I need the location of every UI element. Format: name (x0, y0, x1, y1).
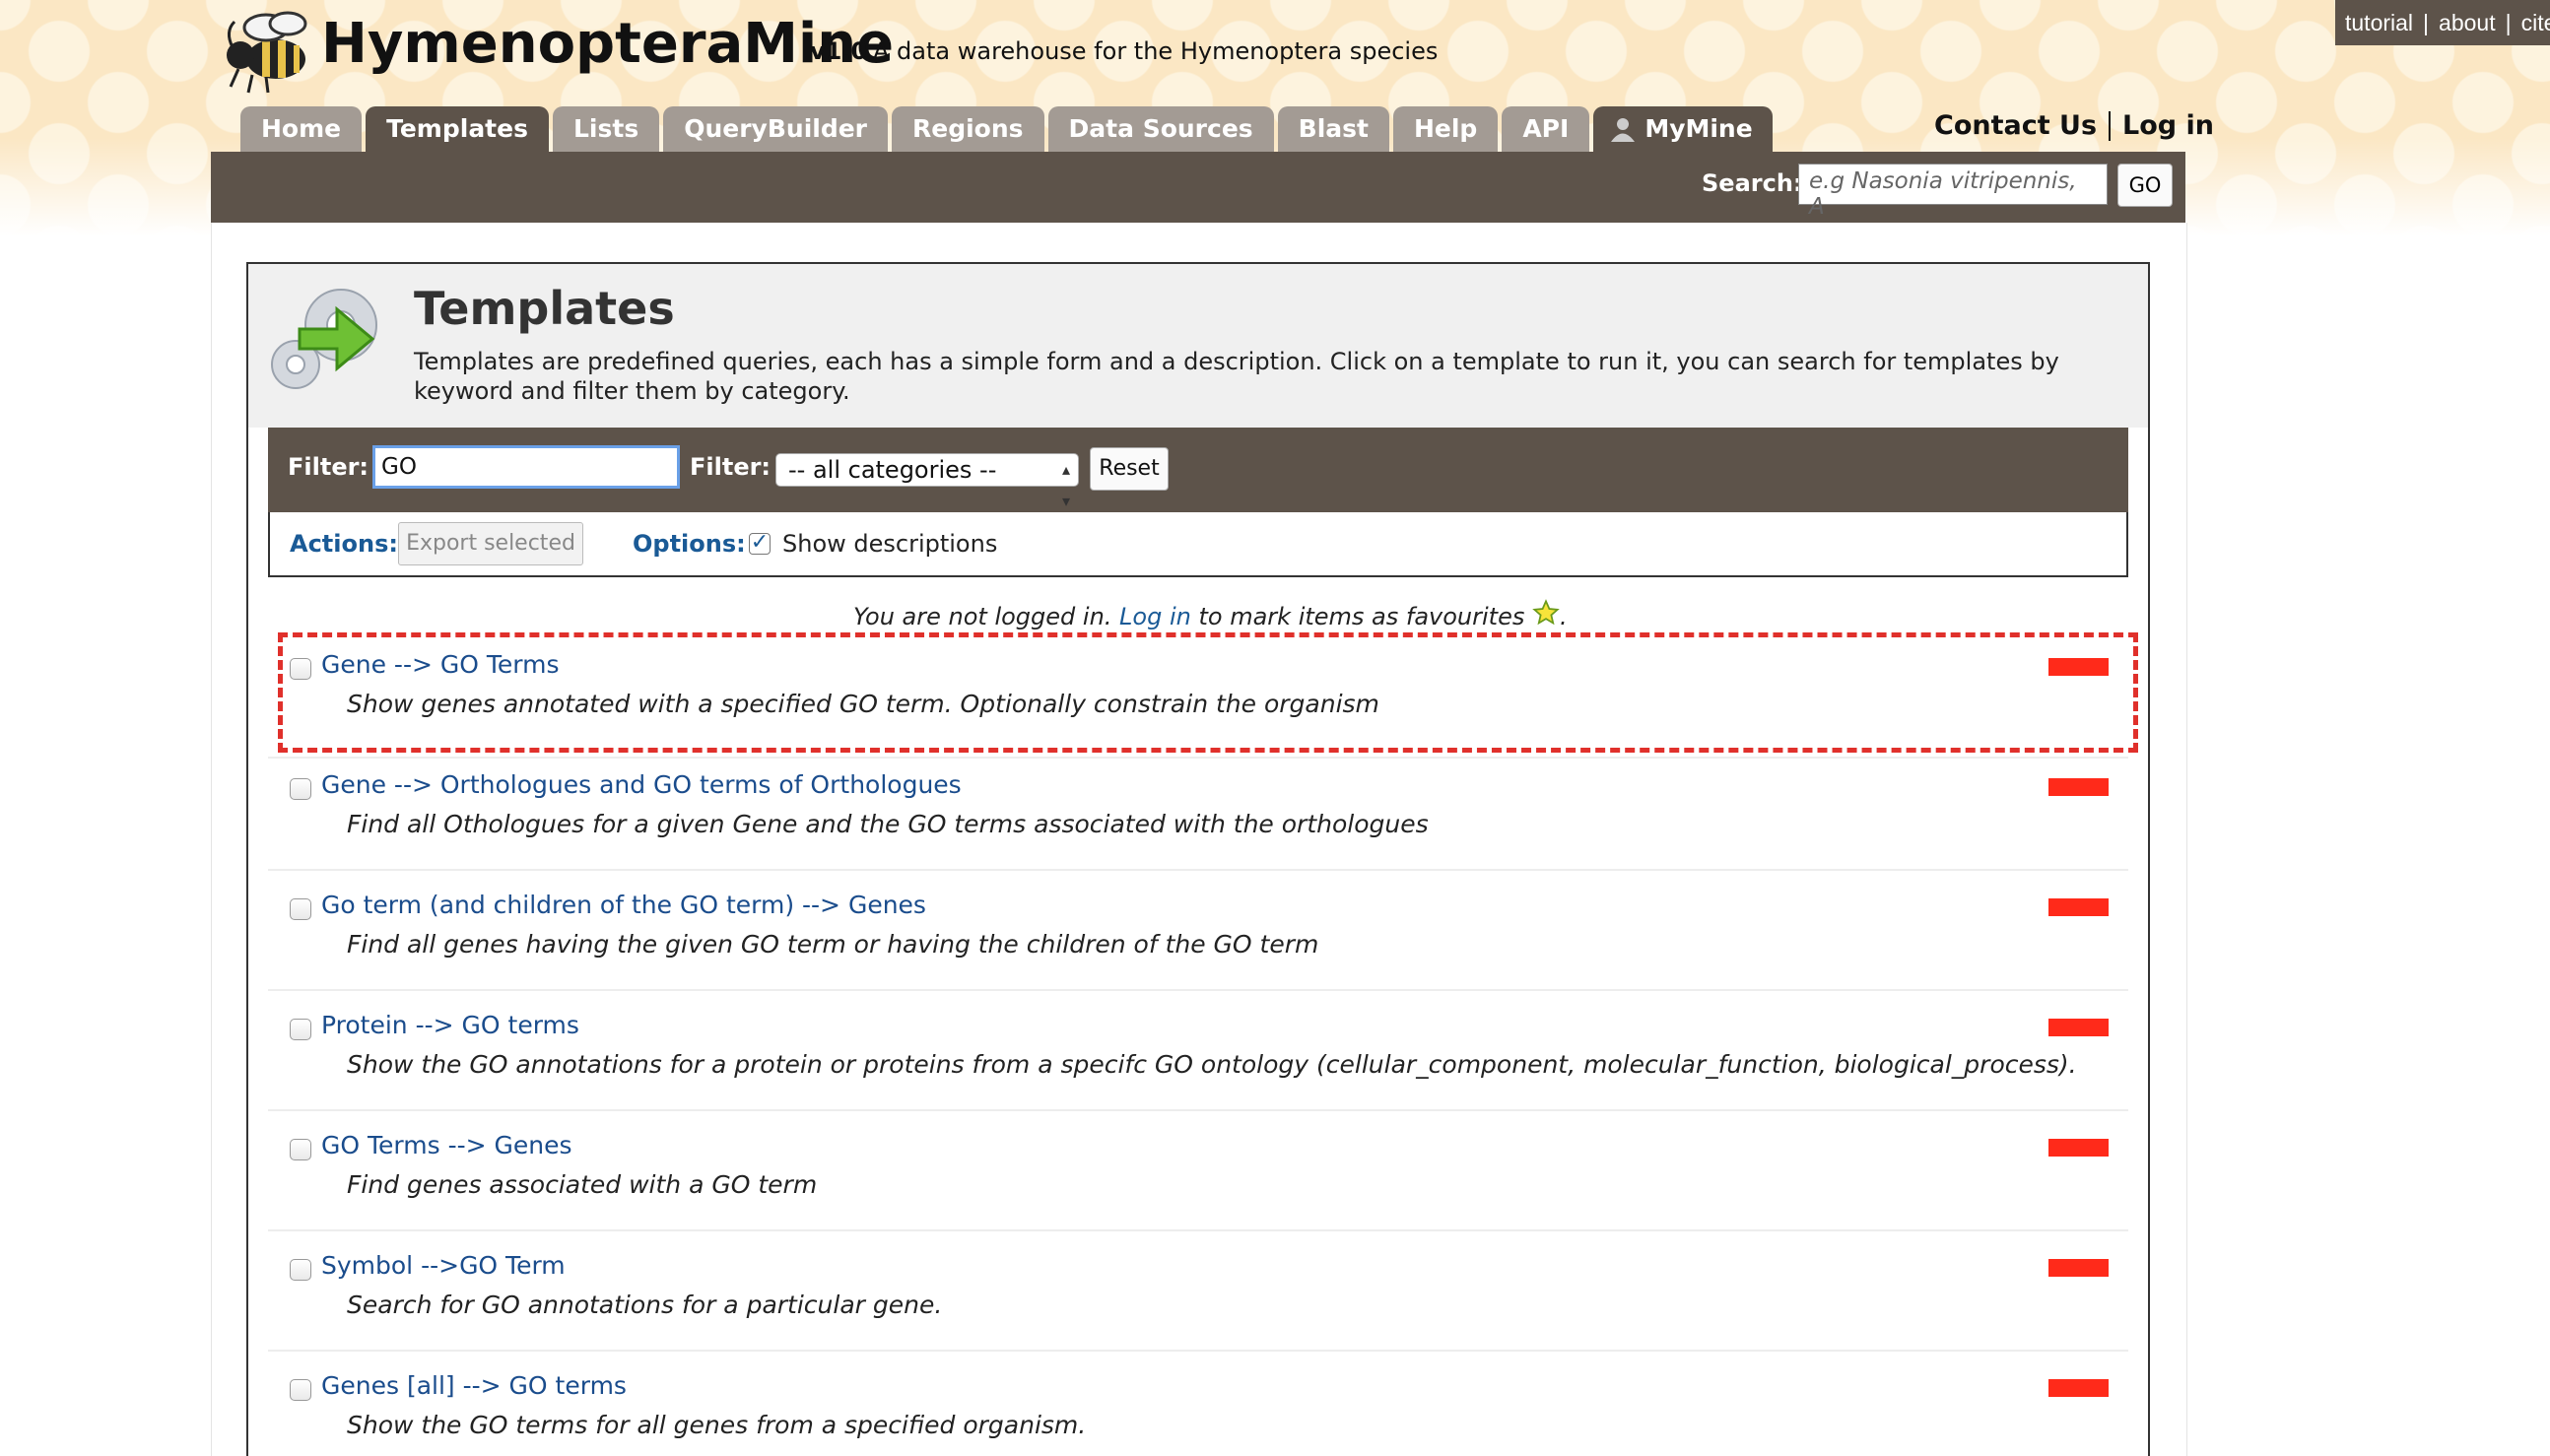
template-checkbox[interactable] (290, 1379, 311, 1401)
template-description: Show the GO annotations for a protein or… (347, 1050, 2077, 1079)
page-description: Templates are predefined queries, each h… (414, 348, 2059, 405)
template-title-link[interactable]: Protein --> GO terms (321, 1011, 579, 1039)
search-input[interactable]: e.g Nasonia vitripennis, A (1798, 164, 2108, 220)
notice-login-link[interactable]: Log in (1119, 603, 1191, 630)
search-label: Search: (1702, 169, 1803, 197)
templates-gear-icon (271, 289, 377, 389)
template-tag-marker (2048, 1259, 2109, 1277)
row-divider (268, 1350, 2128, 1352)
template-description: Find all Othologues for a given Gene and… (347, 810, 1429, 838)
about-link[interactable]: about (2439, 10, 2496, 36)
template-checkbox[interactable] (290, 1259, 311, 1281)
template-title-link[interactable]: Gene --> Orthologues and GO terms of Ort… (321, 770, 962, 799)
template-tag-marker (2048, 1019, 2109, 1036)
tab-api[interactable]: API (1502, 106, 1590, 152)
reset-button[interactable]: Reset (1090, 447, 1169, 491)
template-tag-marker (2048, 778, 2109, 796)
template-description: Find all genes having the given GO term … (347, 930, 1319, 959)
tab-help[interactable]: Help (1392, 106, 1499, 152)
site-title[interactable]: HymenopteraMine (321, 12, 894, 76)
tab-blast[interactable]: Blast (1277, 106, 1389, 152)
template-checkbox[interactable] (290, 1139, 311, 1160)
notice-text: You are not logged in. (853, 603, 1112, 630)
category-select[interactable]: -- all categories -- ▴ ▾ (775, 453, 1079, 510)
template-checkbox[interactable] (290, 778, 311, 800)
contact-us-link[interactable]: Contact Us (1934, 110, 2097, 141)
template-description: Find genes associated with a GO term (347, 1170, 818, 1199)
user-icon (1611, 118, 1636, 142)
tab-lists[interactable]: Lists (552, 106, 660, 152)
tab-mymine-label: MyMine (1644, 114, 1753, 143)
row-divider (268, 989, 2128, 991)
actions-label: Actions: (290, 530, 398, 558)
tab-home[interactable]: Home (240, 106, 363, 152)
cite-link[interactable]: cite (2521, 10, 2550, 36)
template-description: Search for GO annotations for a particul… (347, 1291, 943, 1319)
options-label: Options: (633, 530, 746, 558)
login-notice: You are not logged in. Log in to mark it… (853, 599, 1568, 630)
link-separator: | (2423, 9, 2430, 35)
login-link[interactable]: Log in (2122, 110, 2214, 141)
filter-label: Filter: (288, 453, 369, 481)
show-descriptions-checkbox[interactable]: ✓ (749, 532, 771, 555)
template-checkbox[interactable] (290, 898, 311, 920)
tab-querybuilder[interactable]: QueryBuilder (663, 106, 889, 152)
tab-regions[interactable]: Regions (892, 106, 1044, 152)
header-links: Contact Us Log in (1934, 110, 2214, 141)
template-title-link[interactable]: GO Terms --> Genes (321, 1131, 572, 1159)
version-label: v1.0 (810, 37, 868, 65)
filter-input[interactable]: GO (372, 445, 680, 489)
tutorial-link[interactable]: tutorial (2345, 10, 2413, 36)
notice-text-after: to mark items as favourites (1198, 603, 1525, 630)
template-title-link[interactable]: Symbol -->GO Term (321, 1251, 566, 1280)
tab-templates[interactable]: Templates (366, 106, 549, 152)
bee-logo-icon[interactable] (219, 8, 317, 97)
row-divider (268, 1109, 2128, 1111)
template-description: Show genes annotated with a specified GO… (347, 690, 1379, 718)
template-description: Show the GO terms for all genes from a s… (347, 1411, 1087, 1439)
tab-mymine[interactable]: MyMine (1593, 106, 1773, 152)
template-checkbox[interactable] (290, 1019, 311, 1040)
template-title-link[interactable]: Gene --> GO Terms (321, 650, 559, 679)
tab-data-sources[interactable]: Data Sources (1047, 106, 1274, 152)
template-tag-marker (2048, 898, 2109, 916)
page-title: Templates (414, 282, 675, 335)
link-separator: | (2505, 9, 2512, 35)
search-go-button[interactable]: GO (2117, 164, 2173, 207)
template-title-link[interactable]: Genes [all] --> GO terms (321, 1371, 627, 1400)
row-divider (268, 757, 2128, 759)
main-nav: Home Templates Lists QueryBuilder Region… (240, 106, 1773, 152)
notice-end: . (1560, 603, 1568, 630)
template-title-link[interactable]: Go term (and children of the GO term) --… (321, 891, 926, 919)
template-checkbox[interactable] (290, 658, 311, 680)
category-filter-label: Filter: (690, 453, 772, 481)
row-divider (268, 1229, 2128, 1231)
row-divider (268, 869, 2128, 871)
template-tag-marker (2048, 658, 2109, 676)
select-arrows-icon: ▴ ▾ (1061, 460, 1070, 510)
template-tag-marker (2048, 1379, 2109, 1397)
show-descriptions-label[interactable]: Show descriptions (782, 530, 997, 558)
template-tag-marker (2048, 1139, 2109, 1157)
tagline: A data warehouse for the Hymenoptera spe… (873, 37, 1439, 65)
category-select-value: -- all categories -- (788, 456, 997, 484)
top-links: tutorial | about | cite (2335, 0, 2550, 45)
link-divider (2109, 110, 2112, 141)
star-icon (1532, 599, 1560, 626)
export-selected-button[interactable]: Export selected (398, 522, 583, 565)
